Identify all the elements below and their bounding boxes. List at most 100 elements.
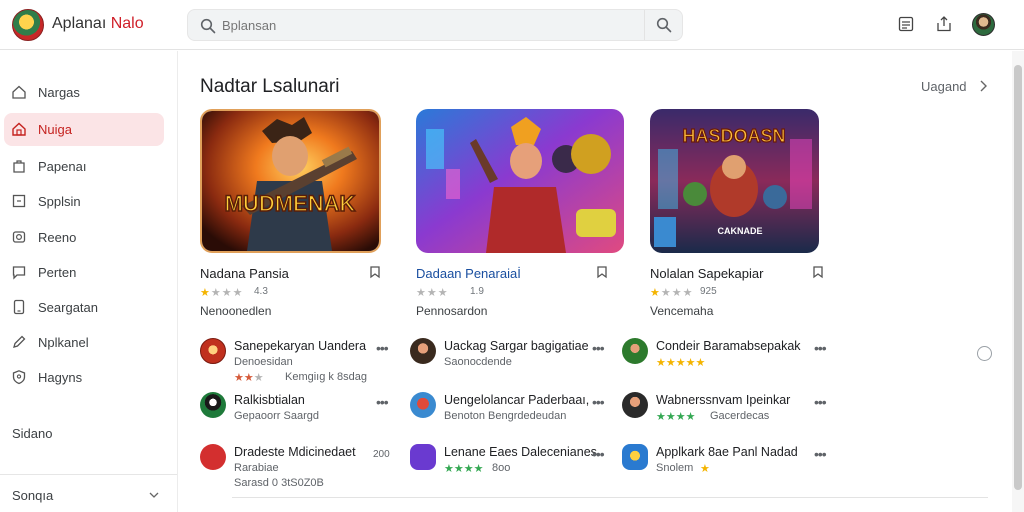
brand-name: Aplanaı — [52, 15, 111, 32]
app-brand[interactable]: Aplanaı Nalo — [52, 15, 144, 33]
share-icon[interactable] — [935, 15, 953, 33]
app-title[interactable]: Nadana Pansia — [200, 266, 289, 281]
more-options-icon[interactable]: ••• — [376, 340, 389, 356]
list-item-title[interactable]: Uengelolancar Paderbaaı, — [444, 393, 589, 407]
more-options-icon[interactable]: ••• — [592, 340, 605, 356]
bookmark-icon[interactable] — [595, 265, 609, 279]
star-rating: ★★★★ — [656, 411, 696, 423]
sidebar-item-nuiga[interactable]: Nuiga — [4, 113, 164, 146]
list-item[interactable]: Uackag Sargar bagigatiae Saonocdende ••• — [410, 338, 605, 384]
app-thumbnail[interactable]: MUDMENAK — [200, 109, 381, 253]
search-button[interactable] — [644, 10, 682, 40]
game-art-image: HASDOASN CAKNADE — [650, 109, 819, 253]
app-icon — [200, 392, 226, 418]
app-icon — [410, 338, 436, 364]
sidebar-item-nargas[interactable]: Nargas — [4, 76, 164, 109]
content-divider — [232, 497, 988, 498]
app-title[interactable]: Nolalan Sapekapiar — [650, 266, 763, 281]
more-options-icon[interactable]: ••• — [814, 446, 827, 462]
list-item[interactable]: Sanepekaryan Uandera Denoesidan ★★★ Kemg… — [200, 338, 390, 384]
sidebar-item-perten[interactable]: Perten — [4, 256, 164, 289]
sidebar-item-label: Nuiga — [38, 122, 72, 137]
search-icon — [200, 18, 216, 34]
tablet-icon — [13, 299, 25, 315]
list-item[interactable]: Ralkisbtialan Gepaoorr Saargd ••• — [200, 392, 390, 438]
app-logo-icon[interactable] — [12, 9, 44, 41]
sidebar-divider — [0, 474, 177, 475]
more-options-icon[interactable]: ••• — [814, 340, 827, 356]
app-icon — [410, 444, 436, 470]
star-rating: ★★★★ — [444, 463, 484, 475]
list-item-subtitle: Denoesidan — [234, 356, 293, 368]
bookmark-icon[interactable] — [811, 265, 825, 279]
list-item[interactable]: Applkark 8ae Panl Nadad Snolem ★ ••• — [622, 444, 827, 490]
star-rating: ★★★★★ — [656, 357, 706, 369]
app-header: Aplanaı Nalo Bplansan — [0, 0, 1024, 50]
search-bar[interactable]: Bplansan — [187, 9, 683, 41]
search-icon — [656, 17, 672, 33]
app-subtitle: Nenoonedlen — [200, 304, 272, 318]
scrollbar-thumb[interactable] — [1014, 65, 1022, 490]
star-rating: ★★★★ — [650, 287, 694, 299]
search-input[interactable]: Bplansan — [222, 18, 276, 33]
camera-icon — [12, 231, 26, 243]
more-options-icon[interactable]: ••• — [376, 394, 389, 410]
rating-value: 925 — [700, 286, 717, 297]
grid-icon[interactable] — [897, 15, 915, 33]
list-item-subtitle: Rarabiae — [234, 462, 279, 474]
app-thumbnail[interactable]: HASDOASN CAKNADE — [650, 109, 819, 253]
sidebar-item-seargatan[interactable]: Seargatan — [4, 291, 164, 324]
chevron-down-icon[interactable] — [148, 489, 160, 501]
list-item[interactable]: Dradeste Mdicinedaet Rarabiae Sarasd 0 3… — [200, 444, 390, 490]
sidebar-item-nplkanel[interactable]: Nplkanel — [4, 326, 164, 359]
more-options-icon[interactable]: ••• — [592, 394, 605, 410]
sidebar-item-reeno[interactable]: Reeno — [4, 221, 164, 254]
star-rating: ★★★★ — [200, 287, 244, 299]
list-item-count: 200 — [373, 449, 390, 460]
sidebar-item-label: Perten — [38, 265, 77, 280]
scrollbar[interactable] — [1012, 51, 1024, 512]
list-item-title[interactable]: Ralkisbtialan — [234, 393, 305, 407]
app-thumbnail[interactable] — [416, 109, 624, 253]
sidebar-item-spplsin[interactable]: Spplsin — [4, 185, 164, 218]
list-item[interactable]: Lenane Eaes Dalecenianes ★★★★ 8oo ••• — [410, 444, 605, 490]
list-item-title[interactable]: Dradeste Mdicinedaet — [234, 445, 356, 459]
game-art-image — [416, 109, 624, 253]
list-item-subtitle: Gacerdecas — [710, 410, 770, 422]
list-item-title[interactable]: Uackag Sargar bagigatiae — [444, 339, 589, 353]
app-icon — [200, 338, 226, 364]
list-item[interactable]: Wabnerssnvam Ipeinkar ★★★★ Gacerdecas ••… — [622, 392, 827, 438]
bag-icon — [13, 160, 25, 173]
section-title: Nadtar Lsalunari — [200, 76, 340, 97]
star-rating: ★ — [700, 463, 710, 475]
list-item-title[interactable]: Applkark 8ae Panl Nadad — [656, 445, 798, 459]
app-subtitle: Vencemaha — [650, 304, 714, 318]
see-more-link[interactable]: Uagand — [921, 79, 967, 94]
chevron-right-icon[interactable] — [977, 79, 989, 93]
sidebar-item-label: Seargatan — [38, 300, 98, 315]
app-title[interactable]: Dadaan Penaraiaİ — [416, 266, 521, 281]
more-options-icon[interactable]: ••• — [814, 394, 827, 410]
brand-accent: Nalo — [110, 15, 144, 32]
list-item-title[interactable]: Lenane Eaes Dalecenianes — [444, 445, 597, 459]
list-item-title[interactable]: Wabnerssnvam Ipeinkar — [656, 393, 790, 407]
app-icon — [622, 444, 648, 470]
list-item[interactable]: Condeir Baramabsepakak ★★★★★ ••• — [622, 338, 827, 384]
app-icon — [622, 338, 648, 364]
sidebar: Nargas Nuiga Papenaı Spplsin Reeno Perte… — [0, 51, 178, 512]
list-item[interactable]: Uengelolancar Paderbaaı, Benoton Bengrde… — [410, 392, 605, 438]
list-item-subtitle: Benoton Bengrdedeudan — [444, 410, 567, 422]
list-item-meta: Sarasd 0 3tS0Z0B — [234, 477, 324, 489]
game-art-banner: MUDMENAK — [225, 191, 356, 216]
pen-icon — [13, 335, 26, 348]
radio-button[interactable] — [977, 346, 992, 361]
sidebar-footer-label[interactable]: Sonqıa — [12, 488, 53, 503]
list-item-title[interactable]: Sanepekaryan Uandera — [234, 339, 366, 353]
avatar[interactable] — [972, 13, 995, 36]
sidebar-item-papenai[interactable]: Papenaı — [4, 150, 164, 183]
bookmark-icon[interactable] — [368, 265, 382, 279]
sidebar-item-hagyns[interactable]: Hagyns — [4, 361, 164, 394]
sidebar-item-label: Hagyns — [38, 370, 83, 385]
more-options-icon[interactable]: ••• — [592, 446, 605, 462]
list-item-title[interactable]: Condeir Baramabsepakak — [656, 339, 801, 353]
